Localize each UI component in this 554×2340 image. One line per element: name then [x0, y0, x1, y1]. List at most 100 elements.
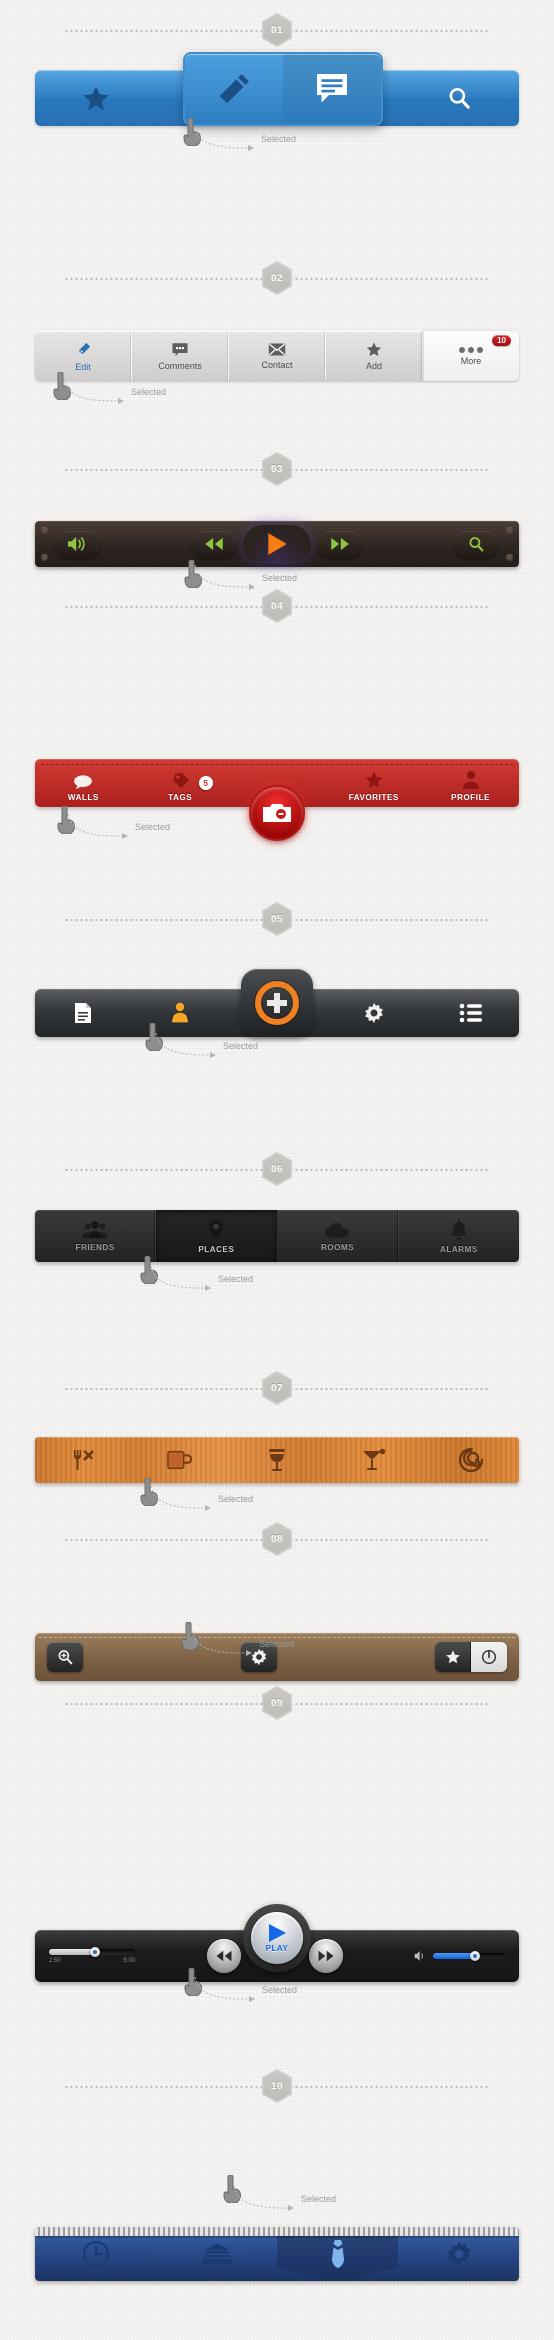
toolbar-item-friends[interactable]: FRIENDS: [35, 1210, 157, 1262]
walls-icon: [74, 775, 93, 790]
toolbar-item-star[interactable]: [435, 1642, 471, 1672]
wine-glass-icon: [268, 1449, 285, 1471]
toolbar-item-wine[interactable]: [229, 1448, 326, 1472]
toolbar-item-places[interactable]: PLACES: [156, 1210, 278, 1262]
plus-button[interactable]: [241, 969, 313, 1037]
time-current: 2:50: [49, 1957, 61, 1964]
volume-control[interactable]: [414, 1950, 505, 1962]
toolbar-item-list[interactable]: [422, 1003, 519, 1023]
screw-decoration: [506, 554, 513, 561]
progress-slider-knob[interactable]: [90, 1946, 101, 1957]
gear-icon: [251, 1648, 267, 1666]
toolbar-item-favorites[interactable]: FAVORITES: [325, 770, 422, 807]
denim-toolbar[interactable]: [35, 2227, 519, 2281]
volume-icon: [68, 536, 85, 552]
selected-callout-01: Selected: [192, 124, 296, 154]
section-separator-06: 06: [0, 1152, 554, 1186]
toolbar-item-cocktail[interactable]: [325, 1448, 422, 1472]
toolbar-item-edit[interactable]: Edit: [35, 331, 132, 381]
zoom-in-icon: [58, 1650, 73, 1665]
rewind-icon: [205, 537, 223, 551]
toolbar-item-comments[interactable]: Comments: [132, 331, 229, 381]
section-number: 09: [270, 1697, 284, 1709]
document-icon: [75, 1003, 92, 1023]
camera-button[interactable]: [248, 785, 305, 841]
rewind-icon: [216, 1950, 231, 1962]
toolbar-label-profile: PROFILE: [451, 793, 491, 802]
comments-icon: [172, 342, 188, 356]
toolbar-label-contact: Contact: [261, 360, 293, 370]
callout-label: Selected: [261, 134, 297, 144]
toolbar-item-gear[interactable]: [241, 1642, 277, 1672]
user-icon: [172, 1002, 189, 1023]
add-star-icon: [366, 342, 382, 357]
toolbar-item-power[interactable]: [471, 1642, 507, 1672]
toolbar-item-add[interactable]: Add: [326, 331, 423, 381]
section-number: 04: [270, 600, 284, 612]
toolbar-item-search[interactable]: [441, 530, 511, 558]
toolbar-item-fast-forward[interactable]: [317, 530, 363, 558]
fast-forward-icon: [318, 1950, 333, 1962]
toolbar-item-star[interactable]: [35, 84, 156, 113]
toolbar-item-tags[interactable]: 5 TAGS: [132, 772, 229, 807]
toolbar-item-more[interactable]: 10 More: [423, 331, 519, 381]
callout-curve: [193, 125, 254, 151]
rewind-button[interactable]: [206, 1939, 241, 1973]
tags-badge: 5: [198, 776, 213, 790]
section-separator-03: 03: [0, 452, 554, 486]
charcoal-segmented-toolbar[interactable]: FRIENDS PLACES ROOMS ALARMS: [35, 1210, 519, 1262]
toolbar-item-search[interactable]: [398, 85, 519, 111]
toolbar-item-alarms[interactable]: ALARMS: [399, 1210, 519, 1262]
toolbar-item-user[interactable]: [132, 1002, 229, 1024]
camera-icon: [262, 804, 291, 822]
section-hex-08: 08: [262, 1522, 292, 1556]
selected-callout-02: Selected: [62, 377, 166, 407]
progress-slider-track[interactable]: [49, 1946, 135, 1957]
hand-cursor-icon: [57, 806, 76, 834]
volume-slider-track[interactable]: [433, 1951, 505, 1961]
toolbar-item-restaurant[interactable]: [35, 1448, 132, 1472]
toolbar-item-zoom-in[interactable]: [47, 1642, 83, 1672]
selected-pointer-10: [222, 2175, 242, 2205]
play-button-label: PLAY: [265, 1944, 289, 1953]
toolbar-item-walls[interactable]: WALLS: [35, 774, 132, 807]
toolbar-item-volume[interactable]: [43, 530, 113, 558]
toolbar-item-profile[interactable]: PROFILE: [422, 770, 519, 807]
blue-toolbar-popup[interactable]: [183, 52, 383, 126]
callout-label: Selected: [135, 822, 171, 832]
dark-gray-toolbar[interactable]: [35, 969, 519, 1037]
toolbar-item-coffee[interactable]: [132, 1449, 229, 1471]
toolbar-item-settings[interactable]: [325, 1002, 422, 1024]
zipper-decoration: [35, 2227, 519, 2236]
popup-item-chat[interactable]: [283, 54, 381, 124]
fast-forward-button[interactable]: [308, 1939, 343, 1973]
black-player-toolbar[interactable]: 2:50 5:00 PLAY: [35, 1904, 519, 1982]
toolbar-item-play[interactable]: [243, 524, 311, 564]
toolbar-item-contact[interactable]: Contact: [229, 331, 326, 381]
callout-curve: [150, 1485, 211, 1511]
light-gray-segmented-toolbar[interactable]: Edit Comments Contact Add 10 More: [35, 331, 519, 381]
toolbar-item-camera[interactable]: [229, 785, 326, 841]
tan-leather-toolbar[interactable]: [35, 1633, 519, 1681]
popup-item-pencil[interactable]: [185, 54, 283, 124]
section-hex-06: 06: [262, 1152, 292, 1186]
selected-callout-06: Selected: [149, 1264, 253, 1294]
dark-brown-media-bar[interactable]: [35, 521, 519, 567]
red-leather-toolbar[interactable]: WALLS 5 TAGS FAVORITES PROFILE: [35, 759, 519, 841]
toolbar-item-rooms[interactable]: ROOMS: [278, 1210, 399, 1262]
toolbar-item-document[interactable]: [35, 1002, 132, 1024]
section-hex-07: 07: [262, 1371, 292, 1405]
more-badge: 10: [492, 335, 511, 346]
toolbar-item-candy[interactable]: [422, 1448, 519, 1472]
volume-slider-knob[interactable]: [470, 1951, 481, 1961]
toolbar-segment-group[interactable]: [435, 1642, 507, 1672]
play-button[interactable]: PLAY: [243, 1904, 311, 1972]
section-number: 05: [270, 913, 284, 925]
wood-toolbar[interactable]: [35, 1437, 519, 1483]
section-number: 06: [270, 1163, 284, 1175]
blue-toolbar[interactable]: [35, 52, 519, 126]
toolbar-item-rewind[interactable]: [191, 530, 237, 558]
progress-slider[interactable]: 2:50 5:00: [49, 1946, 135, 1964]
time-readout: 2:50 5:00: [49, 1958, 135, 1964]
profile-icon: [462, 771, 479, 789]
